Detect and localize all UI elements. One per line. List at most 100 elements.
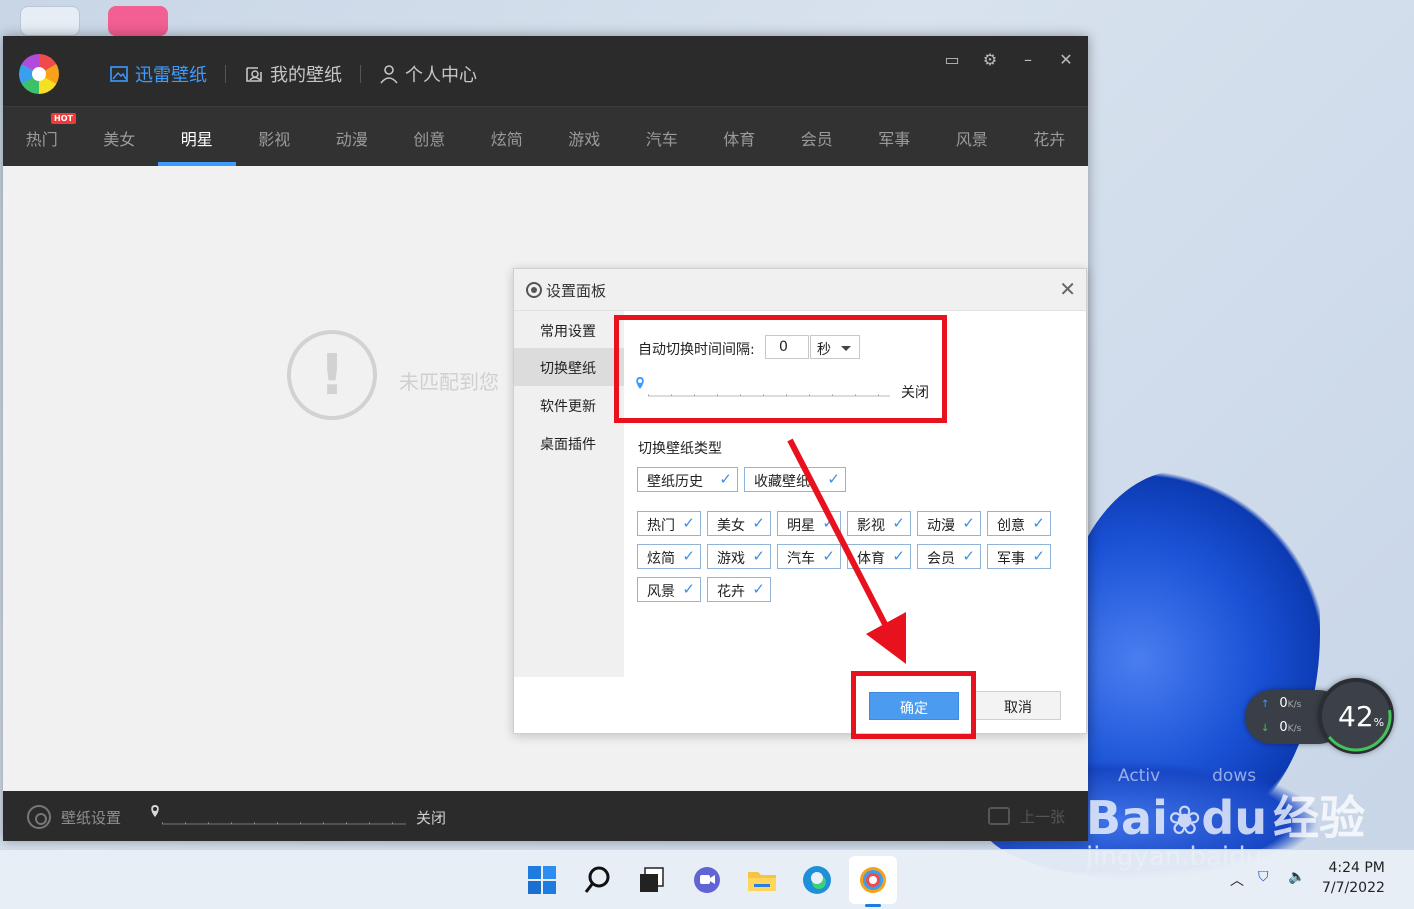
clock-date: 7/7/2022 [1322, 880, 1385, 896]
tab-personal-center[interactable]: 个人中心 [369, 60, 487, 88]
checkbox-label: 壁纸历史 [647, 474, 703, 490]
cpu-percent: 42% [1338, 700, 1385, 733]
tab-label: 迅雷壁纸 [135, 65, 207, 86]
settings-icon[interactable]: ⚙ [982, 50, 998, 69]
paw-icon: ❀ [1167, 798, 1202, 844]
type-checkbox[interactable]: 创意 ✓ [987, 511, 1051, 536]
category-item[interactable]: 体育 [701, 107, 779, 166]
minimize-icon[interactable]: – [1020, 50, 1036, 69]
nav-divider [225, 65, 226, 83]
checkbox-label: 创意 [997, 518, 1025, 534]
check-icon: ✓ [682, 514, 695, 532]
previous-image-icon[interactable] [988, 807, 1010, 825]
category-label: 热门 [25, 130, 58, 149]
type-checkbox[interactable]: 炫简 ✓ [637, 544, 701, 569]
check-icon: ✓ [682, 547, 695, 565]
category-item[interactable]: 创意 [391, 107, 469, 166]
cancel-button[interactable]: 取消 [975, 691, 1061, 720]
tab-my-wallpaper[interactable]: 我的壁纸 [234, 60, 352, 88]
upload-value: 0 [1279, 696, 1288, 711]
chat-icon[interactable] [691, 864, 723, 896]
search-icon[interactable] [582, 864, 614, 896]
upload-speed: ↑ 0K/s [1261, 696, 1302, 711]
gear-icon [526, 282, 542, 298]
category-item[interactable]: 影视 [236, 107, 314, 166]
file-explorer-icon[interactable] [746, 864, 778, 896]
type-checkbox[interactable]: 军事 ✓ [987, 544, 1051, 569]
type-checkbox[interactable]: 风景 ✓ [637, 577, 701, 602]
taskbar: ︿ ⛉ 🔈 [0, 849, 1414, 909]
close-icon[interactable]: ✕ [1058, 50, 1074, 69]
check-icon: ✓ [1032, 514, 1045, 532]
dialog-close-icon[interactable]: ✕ [1059, 277, 1076, 301]
sidebar-item-update[interactable]: 软件更新 [514, 386, 624, 424]
annotation-box-interval [614, 315, 947, 423]
shield-icon[interactable]: ⛉ [1258, 869, 1269, 885]
check-icon: ✓ [1032, 547, 1045, 565]
category-item[interactable]: 游戏 [546, 107, 624, 166]
check-icon: ✓ [962, 514, 975, 532]
top-nav: 迅雷壁纸 我的壁纸 个人中心 [99, 60, 487, 88]
sidebar-item-switch-wallpaper[interactable]: 切换壁纸 [514, 348, 624, 386]
category-hot[interactable]: HOT 热门 [3, 107, 81, 166]
warning-icon: ! [287, 330, 377, 420]
sidebar-item-desktop-widget[interactable]: 桌面插件 [514, 424, 624, 462]
running-indicator [865, 904, 881, 907]
gear-icon[interactable] [27, 805, 51, 829]
category-item[interactable]: 动漫 [313, 107, 391, 166]
edge-icon[interactable] [801, 864, 833, 896]
check-icon: ✓ [962, 547, 975, 565]
speed-unit: K/s [1287, 700, 1302, 710]
type-checkbox[interactable]: 热门 ✓ [637, 511, 701, 536]
window-controls: ▭ ⚙ – ✕ [944, 50, 1074, 69]
volume-icon[interactable]: 🔈 [1288, 869, 1305, 885]
user-icon [380, 65, 398, 84]
annotation-box-confirm [851, 671, 976, 739]
hot-badge: HOT [51, 113, 76, 124]
bottom-bar: 壁纸设置 关闭 上一张 [3, 791, 1088, 841]
check-icon: ✓ [682, 580, 695, 598]
category-item[interactable]: 军事 [856, 107, 934, 166]
dialog-sidebar: 常用设置 切换壁纸 软件更新 桌面插件 [514, 311, 624, 677]
dialog-header: 设置面板 ✕ [514, 269, 1086, 311]
system-clock[interactable]: 4:24 PM 7/7/2022 [1322, 858, 1385, 898]
empty-message: 未匹配到您 [399, 370, 499, 394]
annotation-arrow [787, 438, 906, 664]
tab-xunlei-wallpaper[interactable]: 迅雷壁纸 [99, 60, 217, 88]
nav-divider [360, 65, 361, 83]
checkbox-label: 风景 [647, 584, 675, 600]
title-bar: 迅雷壁纸 我的壁纸 个人中心 ▭ ⚙ – ✕ [3, 36, 1088, 106]
category-item[interactable]: 花卉 [1011, 107, 1089, 166]
checkbox-label: 花卉 [717, 584, 745, 600]
clock-time: 4:24 PM [1328, 860, 1385, 876]
interval-slider[interactable] [148, 803, 408, 827]
wallpaper-settings-link[interactable]: 壁纸设置 [61, 807, 121, 828]
category-item[interactable]: 汽车 [623, 107, 701, 166]
tab-label: 个人中心 [405, 65, 477, 86]
category-item[interactable]: 风景 [933, 107, 1011, 166]
sidebar-item-general[interactable]: 常用设置 [514, 311, 624, 349]
checkbox-label: 军事 [997, 551, 1025, 567]
category-item[interactable]: 美女 [81, 107, 159, 166]
gallery-user-icon [246, 67, 262, 82]
baidu-logo-watermark: Bai❀du 经验 [1086, 791, 1366, 845]
slider-off-label: 关闭 [416, 809, 447, 827]
image-icon [110, 66, 128, 82]
checkbox-label: 炫简 [647, 551, 675, 567]
recycle-bin-icon[interactable] [20, 6, 80, 36]
feedback-icon[interactable]: ▭ [944, 50, 960, 69]
start-icon[interactable] [526, 864, 558, 896]
wallpaper-app-icon[interactable] [857, 864, 889, 896]
cpu-usage-widget[interactable]: 42% [1318, 678, 1394, 754]
category-item-active[interactable]: 明星 [158, 107, 236, 166]
source-checkbox-history[interactable]: 壁纸历史 ✓ [637, 467, 738, 492]
check-icon: ✓ [719, 470, 732, 488]
category-item[interactable]: 炫简 [468, 107, 546, 166]
chevron-up-icon[interactable]: ︿ [1230, 870, 1244, 890]
tab-label: 我的壁纸 [270, 65, 342, 86]
desktop-app-icon[interactable] [108, 6, 168, 36]
task-view-icon[interactable] [636, 864, 668, 896]
previous-button[interactable]: 上一张 [1020, 806, 1065, 827]
category-item[interactable]: 会员 [778, 107, 856, 166]
wallpaper-type-label: 切换壁纸类型 [638, 441, 722, 457]
